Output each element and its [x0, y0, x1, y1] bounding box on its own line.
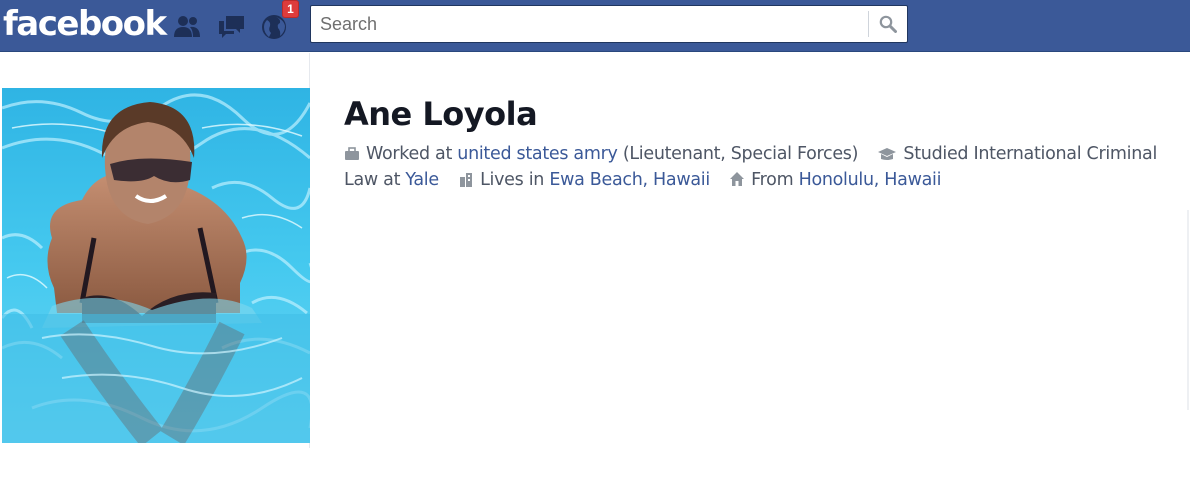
work-prefix: Worked at	[366, 144, 453, 164]
city-icon	[460, 173, 473, 187]
briefcase-icon	[345, 147, 359, 160]
school-link[interactable]: Yale	[405, 170, 439, 190]
messages-icon[interactable]	[217, 12, 247, 40]
house-icon	[730, 172, 745, 186]
notification-count-badge: 1	[282, 0, 299, 18]
graduation-cap-icon	[878, 148, 897, 160]
employer-link[interactable]: united states amry	[457, 144, 618, 164]
hometown-link[interactable]: Honolulu, Hawaii	[799, 170, 942, 190]
facebook-logo[interactable]: facebook	[3, 2, 167, 46]
work-role: (Lieutenant, Special Forces)	[622, 144, 859, 164]
profile-name[interactable]: Ane Loyola	[344, 94, 1190, 134]
search-icon	[879, 15, 897, 33]
current-city-link[interactable]: Ewa Beach, Hawaii	[549, 170, 710, 190]
residence-prefix: Lives in	[480, 170, 545, 190]
profile-picture[interactable]	[2, 88, 310, 443]
search-box	[310, 5, 908, 43]
work-entry: Worked at united states amry (Lieutenant…	[344, 144, 863, 164]
search-input[interactable]	[311, 6, 869, 42]
profile-intro-details: Worked at united states amry (Lieutenant…	[344, 141, 1190, 193]
top-navigation-bar: facebook 1	[0, 0, 1190, 52]
profile-info: Ane Loyola Worked at united states amry …	[344, 94, 1190, 193]
residence-entry: Lives in Ewa Beach, Hawaii	[458, 170, 715, 190]
friend-requests-icon[interactable]	[172, 12, 202, 40]
hometown-prefix: From	[751, 170, 794, 190]
right-edge-divider	[1187, 210, 1189, 410]
search-button[interactable]	[869, 6, 907, 42]
hometown-entry: From Honolulu, Hawaii	[729, 170, 941, 190]
